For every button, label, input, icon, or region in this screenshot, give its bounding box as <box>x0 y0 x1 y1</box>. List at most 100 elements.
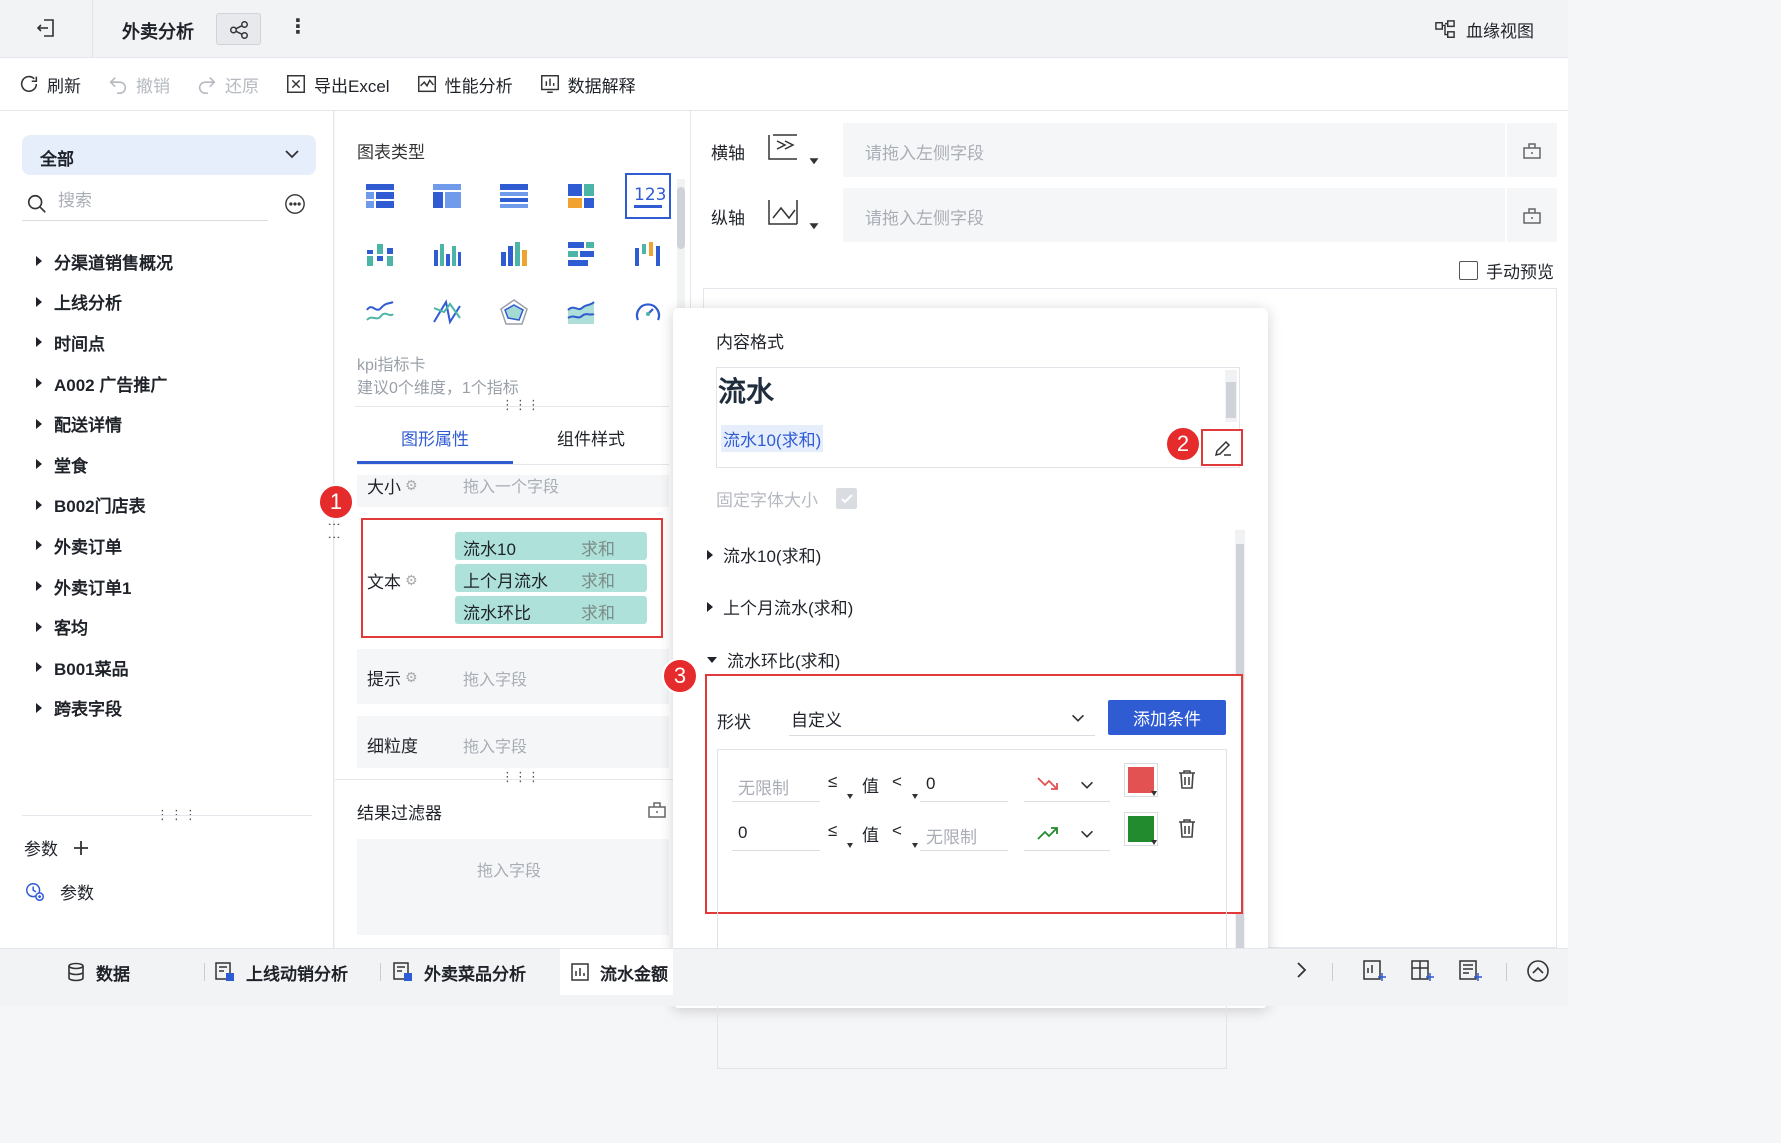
field-chip[interactable]: 上个月流水 求和 <box>455 564 647 592</box>
rule-min-input[interactable]: 0 <box>732 817 820 851</box>
x-axis-type-icon[interactable] <box>765 133 821 172</box>
rule-icon-select[interactable] <box>1024 768 1110 802</box>
tree-item[interactable]: B002门店表 <box>36 485 173 526</box>
fixed-font-checkbox[interactable] <box>836 488 857 509</box>
share-button[interactable] <box>216 13 261 45</box>
rule-op2-select[interactable]: < <box>892 821 902 841</box>
tree-item[interactable]: 上线分析 <box>36 282 173 323</box>
waterfall-icon[interactable] <box>625 231 671 277</box>
x-axis-dropzone[interactable]: 请拖入左侧字段 <box>843 123 1505 177</box>
horizontal-bar-icon[interactable] <box>558 231 604 277</box>
field-chip-agg[interactable]: 求和 <box>581 567 615 592</box>
tab-graphic-properties[interactable]: 图形属性 <box>357 411 513 464</box>
fixed-font-size-option[interactable]: 固定字体大小 <box>716 486 857 511</box>
tree-item[interactable]: 配送详情 <box>36 403 173 444</box>
tab-sheet[interactable]: 外卖菜品分析 <box>392 949 526 995</box>
manual-preview-toggle[interactable]: 手动预览 <box>1459 258 1554 283</box>
x-axis-settings-button[interactable] <box>1507 123 1557 177</box>
detail-table-icon[interactable] <box>491 173 537 219</box>
tree-item[interactable]: 客均 <box>36 606 173 647</box>
size-row[interactable]: 大小 ⚙ 拖入一个字段 <box>357 475 669 507</box>
lineage-view-button[interactable]: 血缘视图 <box>1434 17 1534 42</box>
tree-item[interactable]: B001菜品 <box>36 647 173 688</box>
add-param-icon[interactable] <box>72 839 90 857</box>
kpi-card-icon[interactable]: 123 <box>625 173 671 219</box>
format-section-toggle[interactable]: 流水10(求和) <box>707 542 821 567</box>
field-chip[interactable]: 流水10 求和 <box>455 532 647 560</box>
text-row[interactable]: 文本 ⚙ 流水10 求和 上个月流水 求和 流水环比 求和 <box>361 518 663 638</box>
grouped-bar-icon[interactable] <box>357 231 403 277</box>
y-axis-dropzone[interactable]: 请拖入左侧字段 <box>843 188 1505 242</box>
add-report-icon[interactable] <box>1458 959 1484 988</box>
resize-handle[interactable]: ⋮⋮ <box>327 518 342 544</box>
gear-icon[interactable]: ⚙ <box>405 572 418 589</box>
add-dashboard-icon[interactable] <box>1362 959 1388 988</box>
tab-data[interactable]: 数据 <box>66 949 130 995</box>
gear-icon[interactable]: ⚙ <box>405 669 418 686</box>
resize-handle[interactable]: ⋮⋮⋮ <box>501 769 540 785</box>
tree-item[interactable]: A002 广告推广 <box>36 363 173 404</box>
trash-icon[interactable] <box>1176 768 1198 790</box>
rule-max-input[interactable]: 0 <box>920 768 1008 802</box>
filter-settings-icon[interactable] <box>647 799 667 824</box>
collapse-up-icon[interactable] <box>1526 959 1550 988</box>
table-chart-icon[interactable] <box>357 173 403 219</box>
granularity-row[interactable]: 细粒度 拖入字段 <box>357 716 669 768</box>
rule-color-picker[interactable] <box>1124 812 1158 846</box>
gauge-icon[interactable] <box>625 289 671 335</box>
treemap-icon[interactable] <box>558 173 604 219</box>
tree-item[interactable]: 堂食 <box>36 444 173 485</box>
add-condition-button[interactable]: 添加条件 <box>1108 700 1226 735</box>
perf-analysis-button[interactable]: 性能分析 <box>416 72 513 97</box>
tooltip-row[interactable]: 提示 ⚙ 拖入字段 <box>357 649 669 704</box>
result-filter-dropzone[interactable]: 拖入字段 <box>357 839 669 935</box>
format-section-toggle[interactable]: 流水环比(求和) <box>707 647 840 672</box>
rule-max-input[interactable]: 无限制 <box>920 817 1008 851</box>
area-chart-icon[interactable] <box>558 289 604 335</box>
exit-icon[interactable] <box>34 16 60 42</box>
manual-preview-checkbox[interactable] <box>1459 261 1478 280</box>
search-input[interactable] <box>58 191 258 211</box>
tree-item[interactable]: 外卖订单 <box>36 525 173 566</box>
field-chip[interactable]: 流水环比 求和 <box>455 596 647 624</box>
y-axis-type-icon[interactable] <box>765 198 821 237</box>
add-component-icon[interactable] <box>1410 959 1436 988</box>
edit-format-button[interactable] <box>1201 429 1243 466</box>
format-preview-editor[interactable]: 流水 流水10(求和) <box>716 367 1240 468</box>
shape-select[interactable]: 自定义 <box>789 700 1095 736</box>
more-menu-icon[interactable]: ⋮ <box>288 14 308 39</box>
rule-op1-select[interactable]: ≤ <box>828 772 837 792</box>
field-chip-agg[interactable]: 求和 <box>581 535 615 560</box>
tree-item[interactable]: 外卖订单1 <box>36 566 173 607</box>
trash-icon[interactable] <box>1176 817 1198 839</box>
more-options-icon[interactable] <box>284 193 306 220</box>
tab-sheet-active[interactable]: 流水金额 <box>560 949 673 995</box>
tree-item[interactable]: 时间点 <box>36 322 173 363</box>
line-chart-icon[interactable] <box>357 289 403 335</box>
preview-field-token[interactable]: 流水10(求和) <box>721 425 824 452</box>
rule-min-input[interactable]: 无限制 <box>732 768 820 802</box>
tree-item[interactable]: 跨表字段 <box>36 688 173 729</box>
field-chip-agg[interactable]: 求和 <box>581 599 615 624</box>
data-explain-button[interactable]: 数据解释 <box>539 72 636 97</box>
bar-chart-icon[interactable] <box>491 231 537 277</box>
column-chart-icon[interactable] <box>424 231 470 277</box>
scope-dropdown[interactable]: 全部 <box>22 135 316 175</box>
rule-icon-select[interactable] <box>1024 817 1110 851</box>
tree-item[interactable]: 分渠道销售概况 <box>36 241 173 282</box>
export-excel-button[interactable]: 导出Excel <box>285 72 390 97</box>
tab-sheet[interactable]: 上线动销分析 <box>214 949 348 995</box>
radar-chart-icon[interactable] <box>491 289 537 335</box>
rule-op2-select[interactable]: < <box>892 772 902 792</box>
tab-component-style[interactable]: 组件样式 <box>513 411 669 464</box>
pivot-table-icon[interactable] <box>424 173 470 219</box>
redo-button[interactable]: 还原 <box>196 72 259 97</box>
y-axis-settings-button[interactable] <box>1507 188 1557 242</box>
params-item[interactable]: 参数 <box>24 879 94 904</box>
rule-op1-select[interactable]: ≤ <box>828 821 837 841</box>
format-section-toggle[interactable]: 上个月流水(求和) <box>707 594 853 619</box>
radar-line-icon[interactable] <box>424 289 470 335</box>
undo-button[interactable]: 撤销 <box>107 72 170 97</box>
gear-icon[interactable]: ⚙ <box>405 477 418 494</box>
refresh-button[interactable]: 刷新 <box>18 72 81 97</box>
